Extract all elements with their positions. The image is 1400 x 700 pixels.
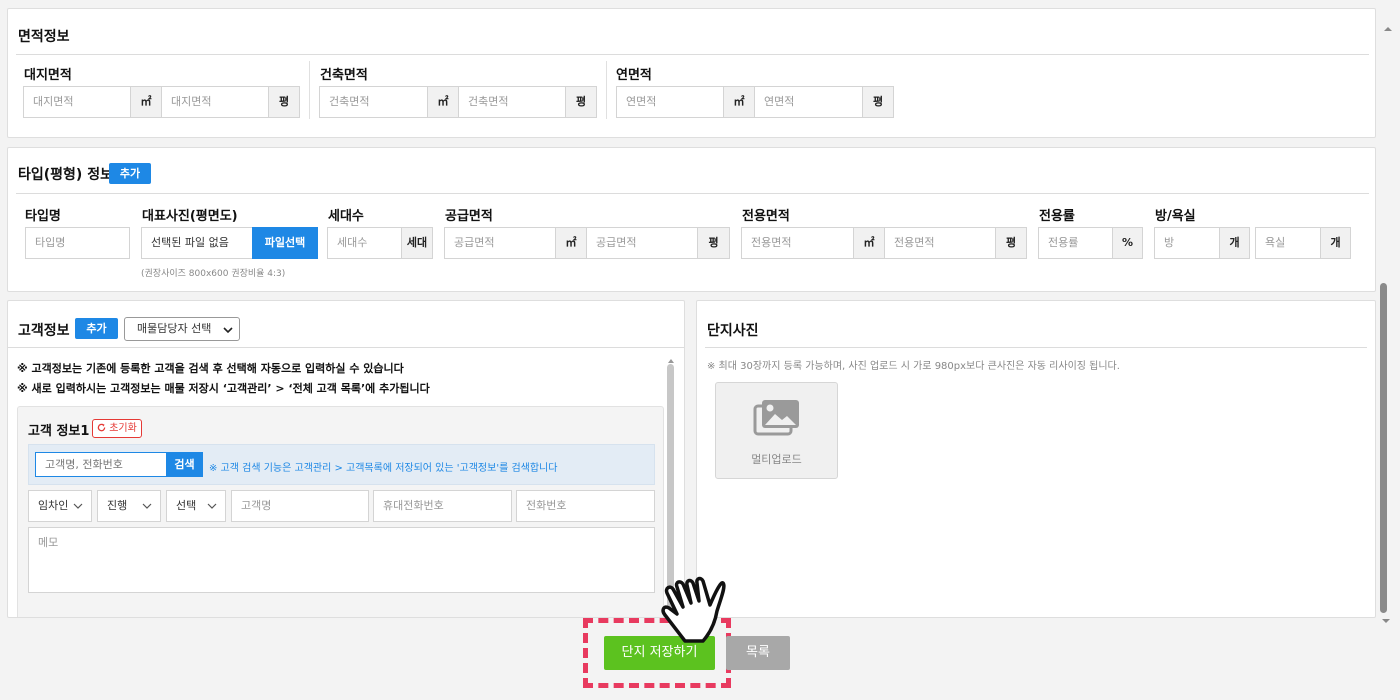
page-scroll-up-arrow[interactable]: [1382, 20, 1394, 32]
customer-reset-label: 초기화: [109, 423, 137, 434]
supply-area-pyeong-unit: 평: [697, 227, 730, 259]
customer-notice-search: ※ 고객정보는 기존에 등록한 고객을 검색 후 선택해 자동으로 입력하실 수…: [17, 362, 404, 375]
customer-reset-button[interactable]: 초기화: [92, 419, 142, 438]
total-floor-area-pyeong-input[interactable]: 연면적: [754, 86, 863, 118]
customer-card: 고객 정보1 초기화 고객명, 전화번호 검색 ※ 고객 검색 기능은 고객관리…: [17, 406, 664, 617]
land-area-pyeong-input[interactable]: 대지면적: [161, 86, 269, 118]
customer-choice-value: 선택: [176, 499, 197, 512]
type-name-input[interactable]: 타입명: [25, 227, 130, 259]
supply-area-sqm-input[interactable]: 공급면적: [444, 227, 556, 259]
exclusive-area-label: 전용면적: [742, 209, 790, 224]
floor-plan-file-button[interactable]: 파일선택: [252, 227, 318, 259]
customer-mobile-input[interactable]: 휴대전화번호: [373, 490, 512, 522]
type-divider: [16, 193, 1369, 194]
complex-photo-divider: [705, 347, 1367, 348]
customer-name-input[interactable]: 고객명: [231, 490, 369, 522]
building-area-pyeong-input[interactable]: 건축면적: [458, 86, 566, 118]
building-area-label: 건축면적: [320, 68, 368, 83]
triangle-down-icon: [1382, 619, 1390, 623]
customer-add-button[interactable]: 추가: [75, 318, 118, 339]
land-area-sqm-input[interactable]: 대지면적: [23, 86, 131, 118]
supply-area-pyeong-input[interactable]: 공급면적: [586, 227, 698, 259]
type-add-button[interactable]: 추가: [109, 163, 151, 184]
type-panel: 타입(평형) 정보 추가 타입명 타입명 대표사진(평면도) 선택된 파일 없음…: [7, 147, 1376, 292]
exclusive-ratio-unit: %: [1112, 227, 1143, 259]
list-button[interactable]: 목록: [726, 636, 790, 670]
chevron-down-icon: [142, 503, 152, 509]
refresh-icon: [97, 423, 106, 432]
baths-input[interactable]: 욕실: [1255, 227, 1321, 259]
complex-photo-hint: ※ 최대 30장까지 등록 가능하며, 사진 업로드 시 가로 980px보다 …: [707, 361, 1120, 372]
customer-search-bar: 고객명, 전화번호 검색 ※ 고객 검색 기능은 고객관리 > 고객목록에 저장…: [28, 444, 655, 485]
land-area-pyeong-unit: 평: [268, 86, 300, 118]
type-name-label: 타입명: [25, 209, 61, 224]
exclusive-area-pyeong-input[interactable]: 전용면적: [884, 227, 996, 259]
customer-search-input[interactable]: 고객명, 전화번호: [35, 452, 167, 477]
supply-area-sqm-unit: ㎡: [555, 227, 587, 259]
exclusive-ratio-input[interactable]: 전용률: [1038, 227, 1113, 259]
total-floor-area-label: 연면적: [616, 68, 652, 83]
total-floor-area-sqm-unit: ㎡: [723, 86, 755, 118]
floor-plan-size-hint: (권장사이즈 800x600 권장비율 4:3): [141, 269, 286, 279]
households-input[interactable]: 세대수: [327, 227, 402, 259]
rooms-input[interactable]: 방: [1154, 227, 1220, 259]
type-panel-title: 타입(평형) 정보: [18, 167, 113, 183]
page-scrollbar-thumb[interactable]: [1380, 283, 1387, 613]
complex-photo-title: 단지사진: [707, 323, 759, 339]
chevron-down-icon: [207, 503, 217, 509]
floor-plan-file-status: 선택된 파일 없음: [141, 227, 253, 259]
manager-select-value: 매물담당자 선택: [137, 322, 212, 335]
chevron-down-icon: [73, 503, 83, 509]
customer-memo-textarea[interactable]: 메모: [28, 527, 655, 593]
land-area-sqm-unit: ㎡: [130, 86, 162, 118]
area-panel: 면적정보 대지면적 대지면적 ㎡ 대지면적 평 건축면적 건축면적 ㎡ 건축면적…: [7, 8, 1376, 138]
building-area-sqm-unit: ㎡: [427, 86, 459, 118]
manager-select[interactable]: 매물담당자 선택: [124, 317, 240, 341]
triangle-up-icon: [1384, 27, 1392, 31]
customer-phone-input[interactable]: 전화번호: [516, 490, 655, 522]
area-panel-title: 면적정보: [18, 29, 70, 45]
multi-upload-button[interactable]: 멀티업로드: [715, 382, 838, 479]
customer-search-button[interactable]: 검색: [166, 452, 203, 477]
households-label: 세대수: [328, 209, 364, 224]
customer-notice-save: ※ 새로 입력하시는 고객정보는 매물 저장시 ‘고객관리’ > ‘전체 고객 …: [17, 382, 430, 395]
building-area-pyeong-unit: 평: [565, 86, 597, 118]
supply-area-label: 공급면적: [445, 209, 493, 224]
total-floor-area-pyeong-unit: 평: [862, 86, 894, 118]
customer-panel: 고객정보 추가 매물담당자 선택 ※ 고객정보는 기존에 등록한 고객을 검색 …: [7, 300, 685, 618]
chevron-down-icon: [223, 327, 233, 334]
customer-scroll-up-arrow[interactable]: [666, 351, 676, 363]
total-floor-area-sqm-input[interactable]: 연면적: [616, 86, 724, 118]
floor-plan-label: 대표사진(평면도): [142, 209, 238, 224]
exclusive-area-sqm-unit: ㎡: [853, 227, 885, 259]
exclusive-area-sqm-input[interactable]: 전용면적: [741, 227, 854, 259]
rooms-unit: 개: [1219, 227, 1250, 259]
households-unit: 세대: [401, 227, 433, 259]
customer-search-hint: ※ 고객 검색 기능은 고객관리 > 고객목록에 저장되어 있는 '고객정보'를…: [209, 463, 558, 474]
exclusive-ratio-label: 전용률: [1039, 209, 1075, 224]
customer-status-value: 진행: [107, 499, 128, 512]
area-group-separator: [606, 61, 607, 119]
customer-role-select[interactable]: 임차인: [28, 490, 92, 522]
building-area-sqm-input[interactable]: 건축면적: [319, 86, 428, 118]
image-gallery-icon: [753, 400, 799, 436]
customer-divider: [8, 347, 684, 348]
area-divider: [16, 54, 1369, 55]
rooms-baths-label: 방/욕실: [1155, 209, 1196, 224]
customer-role-value: 임차인: [38, 499, 69, 512]
pointing-hand-cursor-icon: [661, 576, 726, 643]
customer-choice-select[interactable]: 선택: [166, 490, 226, 522]
area-group-separator: [309, 61, 310, 119]
customer-card-title: 고객 정보1: [28, 424, 90, 439]
customer-panel-title: 고객정보: [18, 323, 70, 339]
multi-upload-label: 멀티업로드: [751, 453, 802, 466]
page-scroll-down-arrow[interactable]: [1380, 612, 1392, 624]
exclusive-area-pyeong-unit: 평: [995, 227, 1027, 259]
complex-photo-panel: 단지사진 ※ 최대 30장까지 등록 가능하며, 사진 업로드 시 가로 980…: [696, 300, 1376, 618]
customer-status-select[interactable]: 진행: [97, 490, 161, 522]
baths-unit: 개: [1320, 227, 1351, 259]
land-area-label: 대지면적: [24, 68, 72, 83]
